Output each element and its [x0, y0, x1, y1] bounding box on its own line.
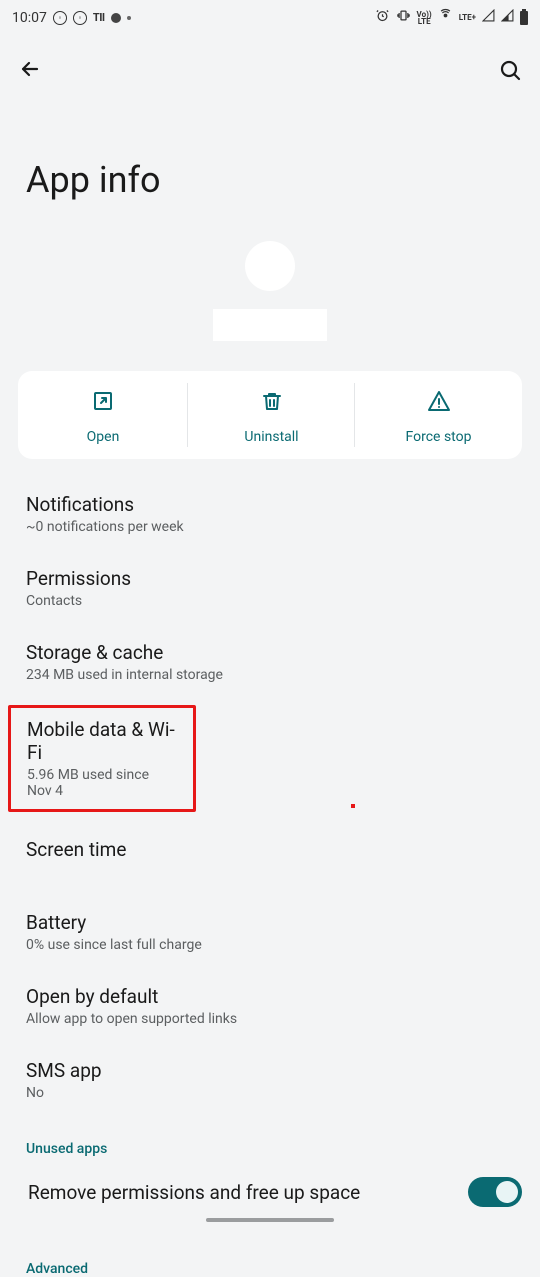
search-icon[interactable] — [498, 58, 522, 86]
app-name-redacted — [213, 309, 327, 341]
storage-sub: 234 MB used in internal storage — [26, 667, 514, 683]
vibrate-icon — [396, 8, 411, 27]
sms-sub: No — [26, 1085, 514, 1101]
open-default-item[interactable]: Open by default Allow app to open suppor… — [0, 969, 540, 1043]
notifications-title: Notifications — [26, 493, 514, 516]
uninstall-label: Uninstall — [244, 429, 298, 445]
permissions-title: Permissions — [26, 567, 514, 590]
storage-item[interactable]: Storage & cache 234 MB used in internal … — [0, 625, 540, 699]
screen-time-item[interactable]: Screen time — [0, 822, 540, 877]
trash-icon — [260, 389, 284, 417]
signal-icon — [482, 9, 495, 26]
uninstall-button[interactable]: Uninstall — [188, 371, 355, 459]
notifications-item[interactable]: Notifications ~0 notifications per week — [0, 477, 540, 551]
instagram-icon: ◦ — [73, 11, 87, 25]
hotspot-icon — [438, 8, 453, 27]
sms-item[interactable]: SMS app No — [0, 1043, 540, 1117]
warning-icon — [427, 389, 451, 417]
screen-time-title: Screen time — [26, 838, 514, 861]
status-right: Vo))LTE LTE+ — [375, 8, 528, 27]
mobile-data-sub: 5.96 MB used since Nov 4 — [27, 767, 175, 799]
volte-indicator: Vo))LTE — [417, 11, 432, 25]
page-title: App info — [0, 99, 540, 231]
back-icon[interactable] — [18, 57, 42, 87]
mobile-data-item[interactable]: Mobile data & Wi-Fi 5.96 MB used since N… — [8, 705, 196, 812]
open-default-sub: Allow app to open supported links — [26, 1011, 514, 1027]
permissions-item[interactable]: Permissions Contacts — [0, 551, 540, 625]
force-stop-button[interactable]: Force stop — [355, 371, 522, 459]
notifications-sub: ~0 notifications per week — [26, 519, 514, 535]
battery-title: Battery — [26, 911, 514, 934]
advanced-header: Advanced — [0, 1221, 540, 1277]
mobile-data-title: Mobile data & Wi-Fi — [27, 718, 175, 764]
signal-icon — [501, 9, 514, 26]
settings-list: Notifications ~0 notifications per week … — [0, 477, 540, 1277]
status-time: 10:07 — [12, 10, 47, 26]
status-left: 10:07 ◦ ◦ TII — [12, 10, 131, 26]
notification-dot-icon — [111, 13, 121, 23]
permissions-sub: Contacts — [26, 593, 514, 609]
storage-title: Storage & cache — [26, 641, 514, 664]
battery-icon — [520, 11, 528, 25]
remove-permissions-label: Remove permissions and free up space — [28, 1181, 360, 1204]
battery-item[interactable]: Battery 0% use since last full charge — [0, 877, 540, 969]
open-button[interactable]: Open — [18, 371, 188, 459]
remove-permissions-item[interactable]: Remove permissions and free up space — [0, 1163, 540, 1221]
alarm-icon — [375, 8, 390, 27]
annotation-marker — [351, 804, 355, 808]
app-hero — [0, 231, 540, 359]
open-icon — [91, 389, 115, 417]
force-stop-label: Force stop — [406, 429, 472, 445]
sms-title: SMS app — [26, 1059, 514, 1082]
open-label: Open — [87, 429, 120, 445]
nav-handle[interactable] — [206, 1218, 334, 1222]
app-icon — [245, 241, 295, 291]
remove-permissions-toggle[interactable] — [468, 1177, 522, 1207]
status-bar: 10:07 ◦ ◦ TII Vo))LTE LTE+ — [0, 0, 540, 31]
lte-indicator: LTE+ — [459, 14, 476, 21]
tii-indicator: TII — [93, 11, 105, 24]
unused-apps-header: Unused apps — [0, 1117, 540, 1163]
action-row: Open Uninstall Force stop — [18, 371, 522, 459]
instagram-icon: ◦ — [53, 11, 67, 25]
battery-sub: 0% use since last full charge — [26, 937, 514, 953]
open-default-title: Open by default — [26, 985, 514, 1008]
top-bar — [0, 31, 540, 99]
more-dot-icon — [127, 16, 131, 20]
